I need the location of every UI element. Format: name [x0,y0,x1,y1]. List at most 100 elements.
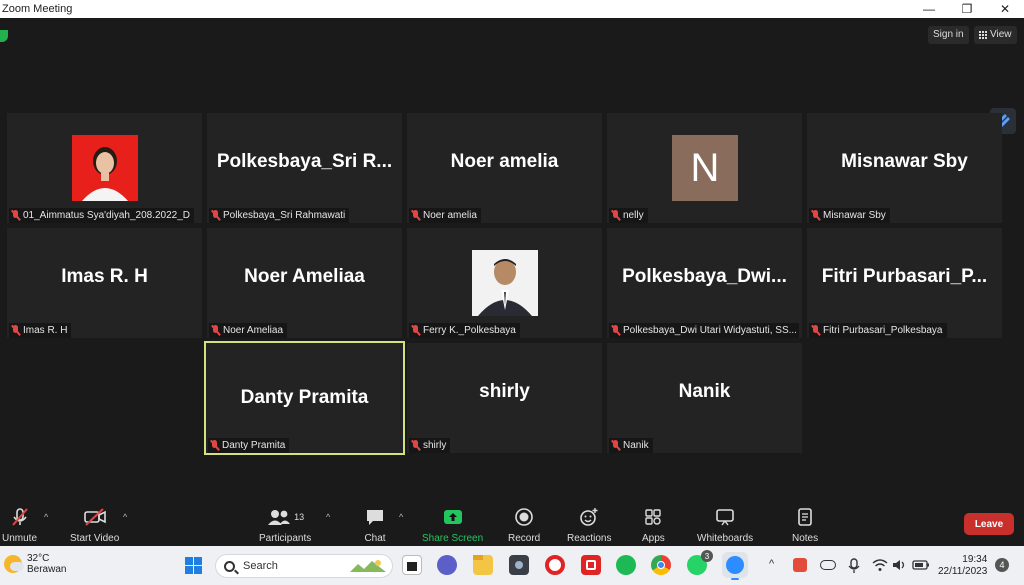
mic-muted-icon [411,210,420,221]
participant-name-tag: Noer amelia [409,208,481,223]
start-video-button[interactable]: Start Video [70,506,119,544]
participant-tile[interactable]: 01_Aimmatus Sya'diyah_208.2022_D [7,113,202,223]
notes-icon [798,508,812,526]
video-options-caret[interactable]: ^ [123,512,127,522]
participant-tile[interactable]: N nelly [607,113,802,223]
tray-app-icon[interactable] [793,558,807,572]
chrome-icon[interactable] [651,555,671,575]
participant-tile[interactable]: Misnawar Sby Misnawar Sby [807,113,1002,223]
participant-display-name: Misnawar Sby [841,151,968,172]
mic-muted-icon [411,440,420,451]
participant-tile[interactable]: Polkesbaya_Sri R... Polkesbaya_Sri Rahma… [207,113,402,223]
mic-muted-icon [211,325,220,336]
file-explorer-icon[interactable] [473,555,493,575]
unmute-button[interactable]: Unmute [2,506,37,544]
window-title: Zoom Meeting [2,3,73,15]
participant-name-tag: Fitri Purbasari_Polkesbaya [809,323,947,338]
minimize-button[interactable]: — [910,0,948,18]
participant-tile[interactable]: Ferry K._Polkesbaya [407,228,602,338]
close-button[interactable]: ✕ [986,0,1024,18]
sign-in-button[interactable]: Sign in [928,26,969,44]
participants-options-caret[interactable]: ^ [326,512,330,522]
participant-tile[interactable]: Imas R. H Imas R. H [7,228,202,338]
pdf-reader-icon[interactable] [581,555,601,575]
windows-taskbar: 32°C Berawan Search 3 ^ 19:34 22/11/2023… [0,546,1024,585]
participant-tile[interactable]: Polkesbaya_Dwi... Polkesbaya_Dwi Utari W… [607,228,802,338]
share-screen-icon [443,510,462,524]
record-button[interactable]: Record [508,506,540,544]
reactions-button[interactable]: Reactions [567,506,611,544]
participant-display-name: Polkesbaya_Dwi... [622,266,787,287]
participant-tile[interactable]: Nanik Nanik [607,343,802,453]
volume-icon[interactable] [892,558,908,572]
whatsapp-badge: 3 [701,550,713,562]
mic-muted-icon [11,210,20,221]
video-off-icon [83,508,106,526]
search-icon [224,560,235,572]
participants-icon [268,510,291,525]
windows-start-icon[interactable] [185,557,202,574]
participant-display-name: Danty Pramita [240,387,369,408]
notification-count-badge[interactable]: 4 [995,558,1009,572]
whatsapp-icon[interactable]: 3 [687,550,713,575]
participant-tile-active-speaker[interactable]: Danty Pramita Danty Pramita [204,341,405,455]
weather-temperature: 32°C [27,553,50,564]
record-icon [515,508,533,526]
whiteboard-icon [716,509,734,526]
chat-button[interactable]: Chat [364,506,386,544]
participant-initial-avatar: N [672,135,738,201]
participants-count: 13 [294,512,305,522]
participant-tile[interactable]: Fitri Purbasari_P... Fitri Purbasari_Pol… [807,228,1002,338]
apps-icon [645,509,662,525]
notes-button[interactable]: Notes [792,506,818,544]
microphone-icon[interactable] [848,558,860,574]
participant-display-name: Noer Ameliaa [244,266,365,287]
apps-button[interactable]: Apps [642,506,665,544]
meeting-top-bar [0,18,1024,60]
participant-display-name: Nanik [678,381,731,402]
participant-name-tag: Ferry K._Polkesbaya [409,323,520,338]
participant-name-tag: Imas R. H [9,323,72,338]
mic-muted-icon [211,210,220,221]
camera-icon[interactable] [509,555,529,575]
tray-overflow-chevron[interactable]: ^ [769,558,774,570]
cloud-icon[interactable] [820,560,836,570]
participant-name-tag: Noer Ameliaa [209,323,288,338]
wifi-icon[interactable] [872,558,888,572]
task-view-icon[interactable] [402,555,422,575]
participant-tile[interactable]: Noer amelia Noer amelia [407,113,602,223]
whiteboards-button[interactable]: Whiteboards [697,506,753,544]
opera-browser-icon[interactable] [545,555,565,575]
clock-date: 22/11/2023 [938,566,988,577]
battery-icon[interactable] [912,558,930,572]
search-highlight-icon [350,560,386,572]
security-shield-icon[interactable] [0,30,8,42]
leave-button[interactable]: Leave [964,513,1014,535]
mic-muted-icon [210,440,219,451]
chat-options-caret[interactable]: ^ [399,512,403,522]
participant-name-tag: Misnawar Sby [809,208,890,223]
participant-name-tag: Nanik [609,438,653,453]
share-screen-button[interactable]: Share Screen [422,506,483,544]
participant-tile[interactable]: Noer Ameliaa Noer Ameliaa [207,228,402,338]
view-button[interactable]: View [974,26,1017,44]
system-clock[interactable]: 19:34 22/11/2023 [938,554,987,578]
participant-display-name: Noer amelia [450,151,559,172]
weather-widget[interactable]: 32°C Berawan [4,553,66,575]
taskbar-search[interactable]: Search [215,554,393,578]
participants-button[interactable]: 13 Participants [259,506,311,544]
reactions-smiley-icon [580,508,598,526]
participant-name-tag: nelly [609,208,648,223]
participant-tile[interactable]: shirly shirly [407,343,602,453]
participant-photo [72,135,138,201]
teams-chat-icon[interactable] [437,555,457,575]
participant-display-name: Imas R. H [61,266,148,287]
zoom-taskbar-button[interactable] [722,552,748,580]
spotify-icon[interactable] [616,555,636,575]
window-title-bar: Zoom Meeting — ❐ ✕ [0,0,1024,18]
maximize-button[interactable]: ❐ [948,0,986,18]
participant-display-name: shirly [479,381,530,402]
weather-description: Berawan [27,564,67,575]
participant-name-tag: Danty Pramita [208,438,290,453]
audio-options-caret[interactable]: ^ [44,512,48,522]
